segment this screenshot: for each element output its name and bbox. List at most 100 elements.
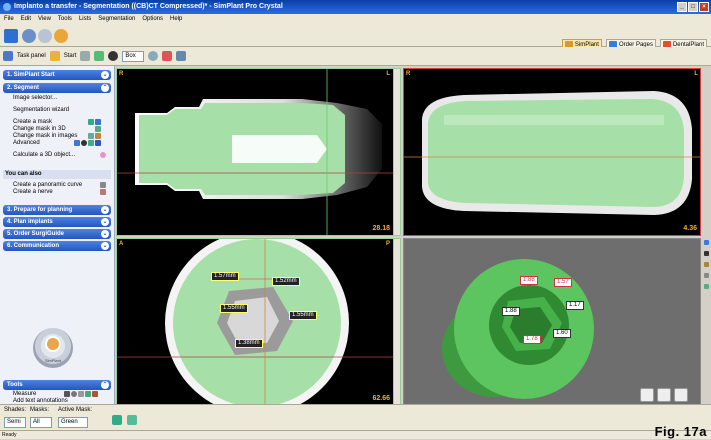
zoom-icon[interactable] (148, 51, 159, 61)
calculate-3d-object-link[interactable]: Calculate a 3D object... (13, 152, 75, 158)
fill-icon[interactable] (74, 140, 80, 146)
menu-options[interactable]: Options (142, 14, 163, 25)
viewport-3d[interactable]: 1.88 1.57 1.17 1.88 1.78 1.60 (403, 238, 701, 406)
menu-tools[interactable]: Tools (58, 14, 72, 25)
viewport-top-right[interactable]: R L 4.36 (403, 68, 701, 236)
change-mask-3d-icons (95, 126, 101, 132)
viewport-top-left[interactable]: R L 28.18 (116, 68, 401, 236)
select-icon[interactable] (94, 51, 105, 61)
split-icon[interactable] (95, 140, 101, 146)
measurement-label[interactable]: 1.38mm (235, 339, 263, 348)
chevron-down-icon[interactable]: ⌄ (101, 218, 109, 226)
angle-icon[interactable] (71, 391, 77, 397)
chevron-down-icon[interactable]: ⌄ (101, 230, 109, 238)
pan-icon[interactable] (108, 51, 119, 61)
menu-file[interactable]: File (4, 14, 14, 25)
minimize-button[interactable]: _ (677, 2, 687, 12)
right-side-toolbar (704, 238, 711, 358)
change-mask-3d-link[interactable]: Change mask in 3D (13, 126, 66, 132)
undo-icon[interactable] (22, 29, 36, 43)
mask-icon[interactable] (88, 119, 94, 125)
orientation-right: L (694, 71, 698, 77)
section-tools[interactable]: Tools ⌃ (3, 380, 111, 390)
mask-settings-icon[interactable] (112, 415, 122, 425)
skull-view-icon[interactable] (640, 388, 654, 402)
mask-color-icon[interactable] (127, 415, 137, 425)
box-select[interactable]: Box (122, 50, 145, 62)
change-mask-images-link[interactable]: Change mask in images (13, 133, 77, 139)
region-icon[interactable] (81, 140, 87, 146)
task-panel-button[interactable]: Task panel (17, 53, 46, 59)
distance-icon[interactable] (78, 391, 84, 397)
grow-icon[interactable] (88, 140, 94, 146)
active-mask-select[interactable]: Green (58, 417, 88, 428)
chevron-up-icon[interactable]: ⌃ (101, 84, 109, 92)
image-selector-link[interactable]: Image selector... (13, 95, 57, 101)
measurement-label[interactable]: 1.88 (520, 276, 538, 285)
section-order-surgiguide[interactable]: 5. Order SurgiGuide ⌄ (3, 229, 111, 239)
mask-3d-icon[interactable] (95, 126, 101, 132)
simplant-logo: SimPlant (33, 328, 73, 368)
section-segment[interactable]: 2. Segment ⌃ (3, 83, 111, 93)
measurement-label[interactable]: 1.55mm (289, 311, 317, 320)
tooth-3d-icon[interactable] (100, 152, 106, 158)
measure-link[interactable]: Measure (13, 391, 36, 397)
screenshot-icon[interactable] (176, 51, 187, 61)
menu-view[interactable]: View (38, 14, 51, 25)
shades-select[interactable]: Semi (4, 417, 26, 428)
app-icon (3, 3, 11, 11)
mask-axis-icon[interactable] (95, 119, 101, 125)
camera-icon[interactable] (704, 284, 709, 289)
segmentation-wizard-link[interactable]: Segmentation wizard (13, 107, 69, 113)
clip-icon[interactable] (704, 262, 709, 267)
viewport-scrollbar[interactable] (393, 69, 400, 235)
masks-select[interactable]: All (30, 417, 52, 428)
chevron-down-icon[interactable]: ⌄ (101, 242, 109, 250)
model-view-icon[interactable] (674, 388, 688, 402)
implant-view-icon[interactable] (657, 388, 671, 402)
measurement-label[interactable]: 1.17 (566, 301, 584, 310)
measurement-label[interactable]: 1.60 (553, 329, 571, 338)
create-nerve-link[interactable]: Create a nerve (13, 189, 53, 195)
measurement-label[interactable]: 1.88 (502, 307, 520, 316)
measurement-label[interactable]: 1.57 (554, 278, 572, 287)
create-mask-link[interactable]: Create a mask (13, 119, 52, 125)
mask-edit-icon[interactable] (88, 133, 94, 139)
redo-icon[interactable] (38, 29, 52, 43)
pencil-icon[interactable] (95, 133, 101, 139)
chevron-up-icon[interactable]: ⌃ (101, 381, 109, 389)
advanced-link[interactable]: Advanced (13, 140, 40, 146)
measurement-label[interactable]: 1.55mm (220, 304, 248, 313)
menu-lists[interactable]: Lists (79, 14, 91, 25)
reset-view-icon[interactable] (704, 273, 709, 278)
save-icon[interactable] (4, 29, 18, 43)
ruler-icon[interactable] (64, 391, 70, 397)
density-icon[interactable] (85, 391, 91, 397)
section-communication[interactable]: 6. Communication ⌄ (3, 241, 111, 251)
section-prepare-planning[interactable]: 3. Prepare for planning ⌄ (3, 205, 111, 215)
menu-edit[interactable]: Edit (21, 14, 31, 25)
annotation-icon[interactable] (92, 391, 98, 397)
measurement-label[interactable]: 1.78 (523, 335, 541, 344)
nerve-icon[interactable] (100, 189, 106, 195)
chevron-down-icon[interactable]: ⌄ (101, 71, 109, 79)
rotate-icon[interactable] (704, 251, 709, 256)
view-icon[interactable] (704, 240, 709, 245)
reset-icon[interactable] (162, 51, 173, 61)
section-simplant-start[interactable]: 1. SimPlant Start ⌄ (3, 70, 111, 80)
help-icon[interactable] (54, 29, 68, 43)
viewport-scrollbar[interactable] (393, 239, 400, 405)
menu-segmentation[interactable]: Segmentation (98, 14, 135, 25)
chevron-down-icon[interactable]: ⌄ (101, 206, 109, 214)
measurement-label[interactable]: 1.57mm (211, 272, 239, 281)
section-plan-implants[interactable]: 4. Plan implants ⌄ (3, 217, 111, 227)
measurement-label[interactable]: 1.52mm (272, 277, 300, 286)
curve-icon[interactable] (100, 182, 106, 188)
maximize-button[interactable]: □ (688, 2, 698, 12)
layout-icon[interactable] (80, 51, 91, 61)
start-button[interactable]: Start (64, 53, 77, 59)
viewport-bottom-left[interactable]: 1.57mm 1.52mm 1.55mm 1.55mm 1.38mm A P 6… (116, 238, 401, 406)
menu-help[interactable]: Help (170, 14, 182, 25)
panoramic-curve-link[interactable]: Create a panoramic curve (13, 182, 82, 188)
close-button[interactable]: × (699, 2, 709, 12)
